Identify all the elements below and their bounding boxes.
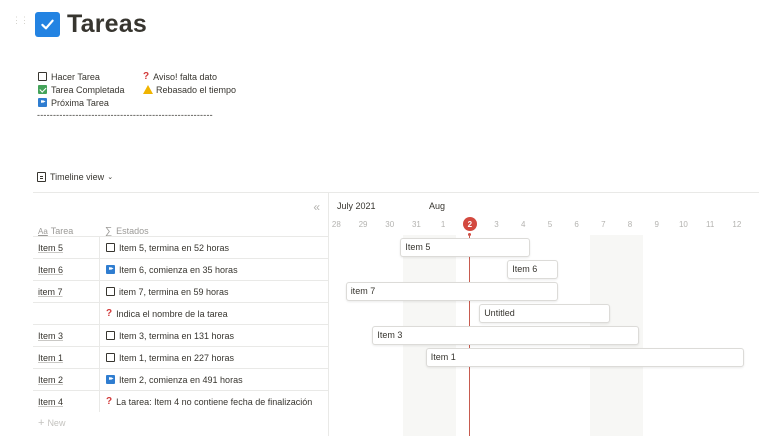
timeline-bar[interactable]: Item 6 [507, 259, 558, 279]
estado-cell: item 7, termina en 59 horas [100, 287, 229, 297]
table-row[interactable]: item 7 item 7, termina en 59 horas [33, 280, 328, 302]
legend-label: Hacer Tarea [51, 71, 100, 82]
estado-cell: ? Indica el nombre de la tarea [100, 308, 228, 319]
table-row[interactable]: Item 1 Item 1, termina en 227 horas [33, 346, 328, 368]
day-label: 10 [678, 220, 688, 229]
estado-text: Item 6, comienza en 35 horas [119, 264, 238, 275]
task-name-cell[interactable]: Item 2 [33, 369, 100, 390]
next-track-icon [38, 97, 47, 107]
task-name-cell[interactable]: Item 4 [33, 391, 100, 412]
collapse-table-icon[interactable]: « [313, 200, 320, 214]
table-rows: Item 5Item 5, termina en 52 horasItem 6I… [33, 236, 328, 434]
day-label: 12 [732, 220, 742, 229]
timeline-panel[interactable]: July 2021Aug2829303113456789101112132Ite… [328, 193, 759, 436]
legend-label: Tarea Completada [51, 84, 125, 95]
estado-text: Item 5, termina en 52 horas [119, 242, 230, 253]
table-row[interactable]: Item 5 Item 5, termina en 52 horas [33, 236, 328, 258]
new-label: New [47, 418, 66, 428]
estado-text: Item 3, termina en 131 horas [119, 330, 235, 341]
column-header-estados[interactable]: ∑ Estados [100, 226, 149, 237]
next-track-icon [106, 264, 115, 274]
title-property-icon: Aa [38, 226, 48, 236]
table-row[interactable]: Item 4? La tarea: Item 4 no contiene fech… [33, 390, 328, 412]
next-track-icon [106, 374, 115, 384]
timeline-view-icon [37, 172, 46, 182]
estado-text: La tarea: Item 4 no contiene fecha de fi… [116, 396, 313, 407]
page-title: Tareas [67, 10, 147, 38]
empty-checkbox-icon [38, 72, 47, 81]
task-name-cell[interactable]: Item 3 [33, 325, 100, 346]
empty-checkbox-icon [106, 287, 115, 296]
estado-cell: Item 6, comienza en 35 horas [100, 264, 238, 275]
timeline-bar[interactable]: Item 1 [425, 347, 744, 367]
question-icon: ? [143, 71, 150, 82]
table-row[interactable]: ? Indica el nombre de la tarea [33, 302, 328, 324]
day-label: 6 [574, 220, 579, 229]
empty-checkbox-icon [106, 243, 115, 252]
day-label: 4 [521, 220, 526, 229]
day-label: 29 [358, 220, 368, 229]
legend-divider: ----------------------------------------… [37, 110, 213, 120]
estado-text: item 7, termina en 59 horas [119, 286, 229, 297]
formula-icon: ∑ [105, 225, 113, 237]
timeline-bar[interactable]: item 7 [345, 281, 558, 301]
legend-label: Aviso! falta dato [153, 71, 217, 82]
empty-checkbox-icon [106, 331, 115, 340]
timeline-bar[interactable]: Untitled [479, 303, 611, 323]
legend-label: Próxima Tarea [51, 97, 109, 108]
timeline-bar[interactable]: Item 3 [372, 325, 640, 345]
estado-text: Item 2, comienza en 491 horas [119, 374, 243, 385]
day-label: 28 [331, 220, 341, 229]
estado-cell: Item 5, termina en 52 horas [100, 243, 229, 253]
drag-handle-icon[interactable]: ⋮⋮ [12, 15, 29, 26]
day-label: 8 [627, 220, 633, 229]
view-label: Timeline view [50, 172, 105, 182]
estado-cell: Item 1, termina en 227 horas [100, 353, 234, 363]
question-icon: ? [106, 396, 113, 407]
table-row[interactable]: Item 6 Item 6, comienza en 35 horas [33, 258, 328, 280]
estado-text: Indica el nombre de la tarea [116, 308, 228, 319]
task-name-cell[interactable]: Item 6 [33, 259, 100, 280]
task-name-cell[interactable]: Item 1 [33, 347, 100, 368]
day-label: 11 [705, 220, 715, 229]
estado-cell: Item 2, comienza en 491 horas [100, 374, 243, 385]
new-row-button[interactable]: + New [33, 412, 328, 434]
month-label: July 2021 [337, 201, 376, 211]
month-label: Aug [429, 201, 446, 211]
view-selector[interactable]: Timeline view ⌄ [37, 172, 113, 182]
task-name-cell[interactable] [33, 303, 100, 324]
column-header-tarea[interactable]: Aa Tarea [33, 226, 100, 236]
day-label: 30 [385, 220, 395, 229]
chevron-down-icon: ⌄ [107, 174, 114, 181]
day-label: 31 [411, 220, 421, 229]
day-label: 13 [750, 220, 759, 229]
page-header: Tareas [35, 10, 147, 39]
question-icon: ? [106, 308, 113, 319]
estado-text: Item 1, termina en 227 horas [119, 352, 235, 363]
task-name-cell[interactable]: Item 5 [33, 237, 100, 258]
task-name-cell[interactable]: item 7 [33, 281, 100, 302]
day-label: 1 [440, 220, 446, 229]
empty-checkbox-icon [106, 353, 115, 362]
estado-cell: ? La tarea: Item 4 no contiene fecha de f… [100, 396, 312, 407]
legend: Hacer Tarea ? Aviso! falta dato Tarea Com… [38, 70, 236, 109]
estado-cell: Item 3, termina en 131 horas [100, 331, 234, 341]
today-marker: 2 [462, 217, 477, 231]
table-row[interactable]: Item 3 Item 3, termina en 131 horas [33, 324, 328, 346]
day-label: 7 [601, 220, 606, 229]
day-label: 9 [654, 220, 659, 229]
warning-icon [143, 85, 153, 94]
table-row[interactable]: Item 2 Item 2, comienza en 491 horas [33, 368, 328, 390]
legend-label: Rebasado el tiempo [156, 84, 237, 95]
timeline-bar[interactable]: Item 5 [400, 237, 530, 257]
day-label: 3 [494, 220, 499, 229]
check-mark-icon [38, 85, 47, 94]
plus-icon: + [38, 417, 45, 429]
checkbox-icon[interactable] [35, 12, 60, 37]
day-label: 5 [547, 220, 553, 229]
